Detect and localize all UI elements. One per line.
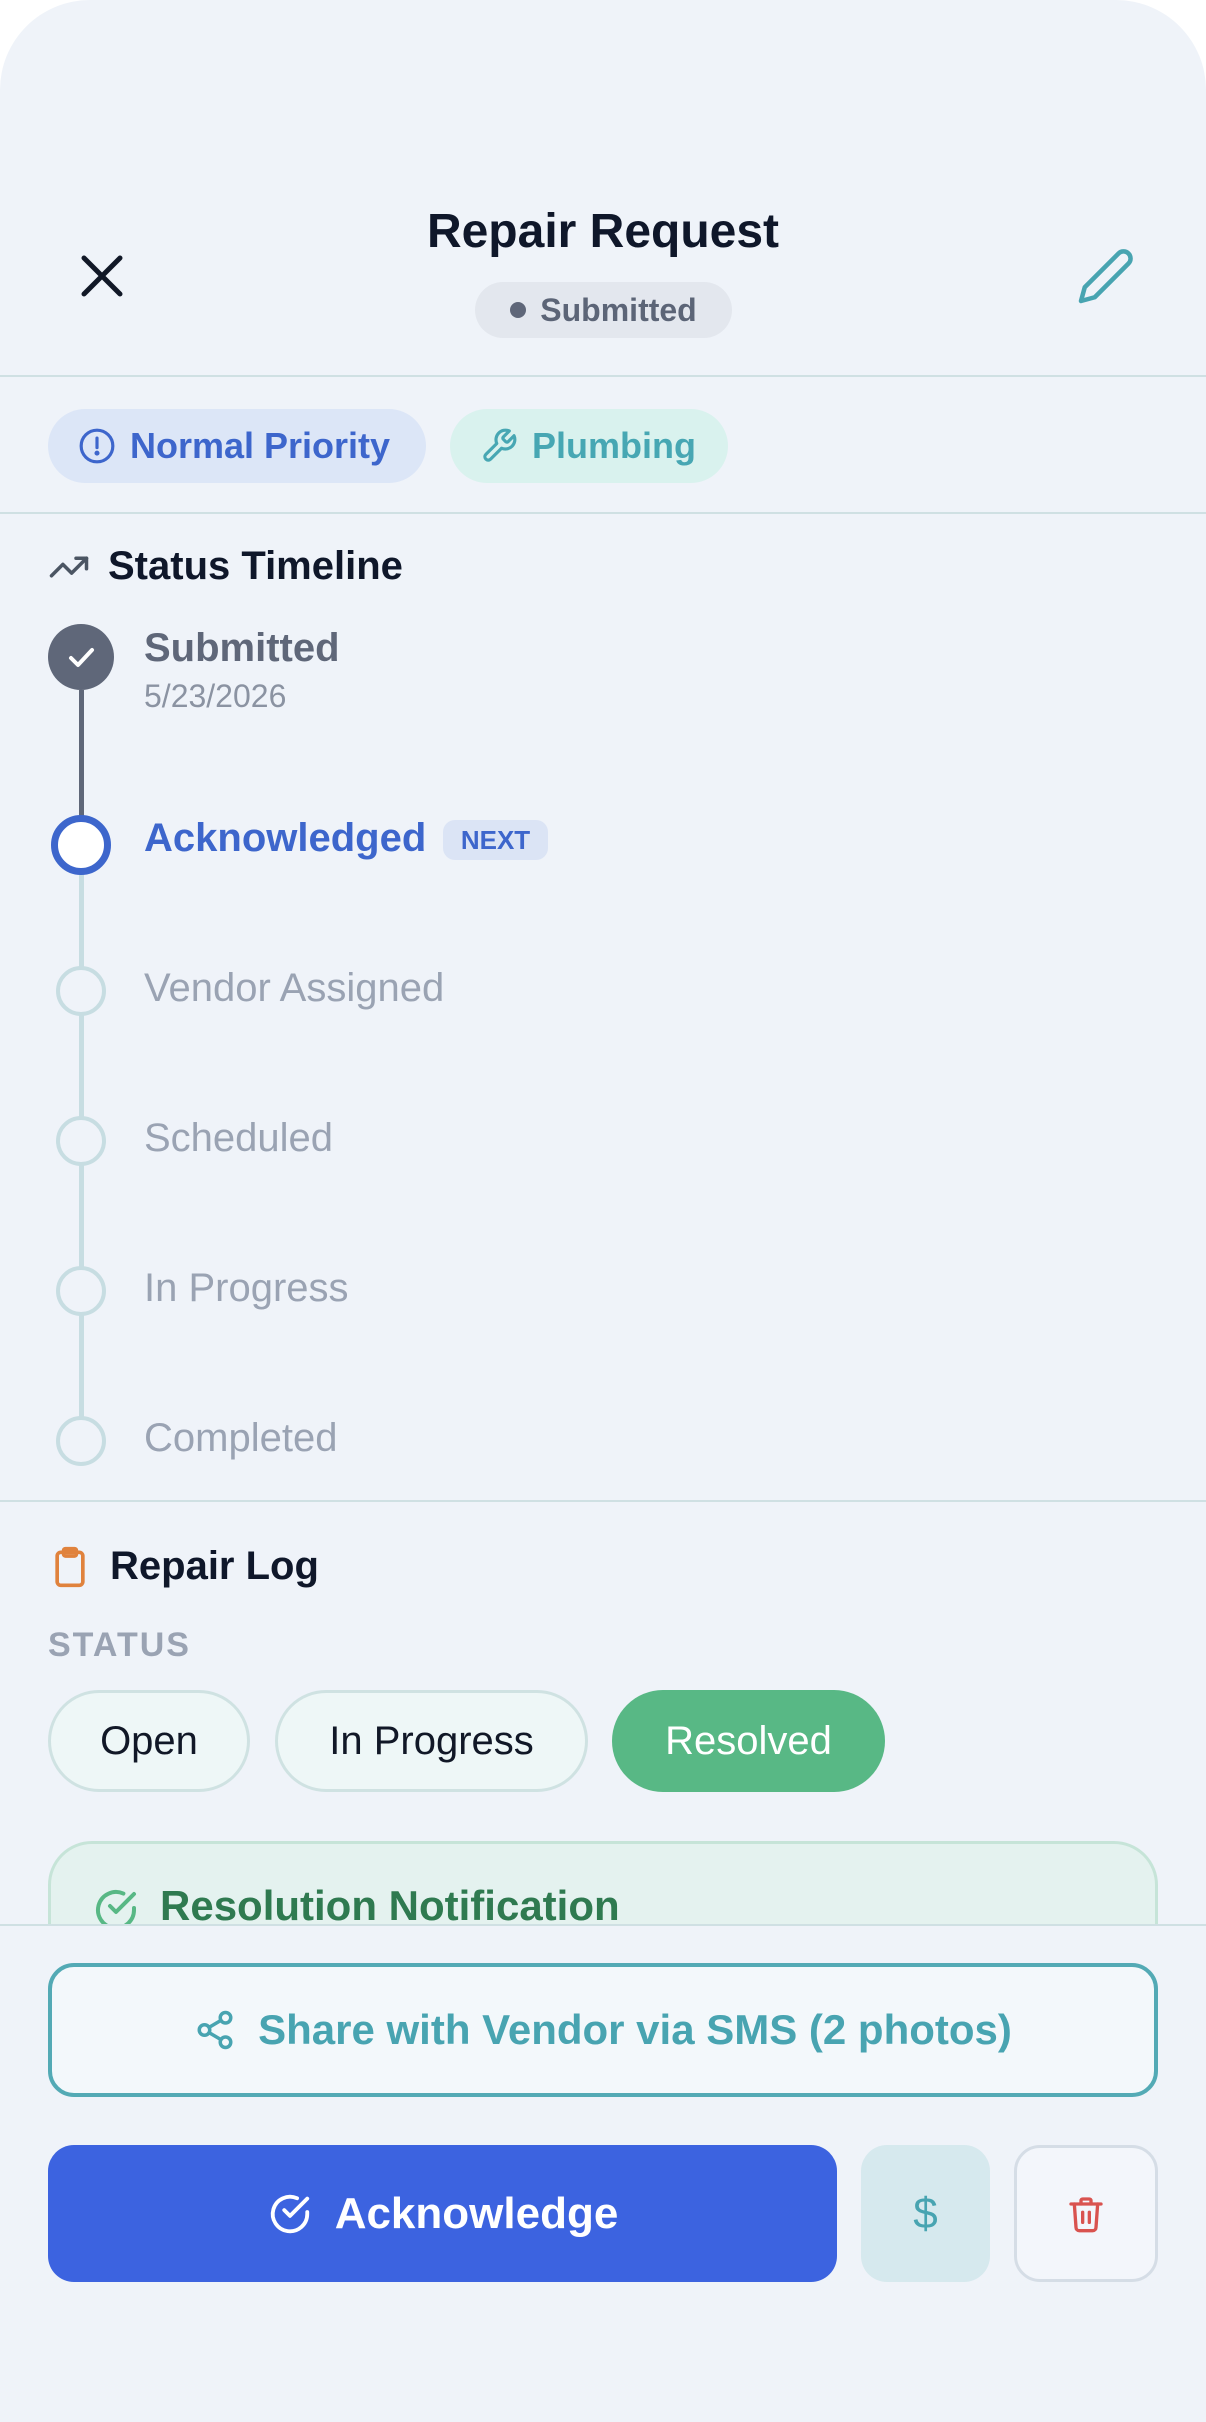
timeline-step-label: Acknowledged	[144, 816, 427, 860]
timeline-step-label: In Progress	[144, 1266, 349, 1310]
status-option-in-progress[interactable]: In Progress	[275, 1690, 588, 1792]
close-icon	[81, 255, 123, 297]
next-badge: NEXT	[443, 820, 548, 860]
repair-log-title: Repair Log	[110, 1544, 319, 1588]
status-badge: Submitted	[475, 282, 732, 338]
header-divider	[0, 375, 1206, 377]
timeline-step-label: Vendor Assigned	[144, 966, 445, 1010]
timeline-node-pending	[56, 1116, 106, 1166]
timeline-step-label: Scheduled	[144, 1116, 334, 1160]
priority-label: Normal Priority	[130, 425, 391, 466]
timeline-step-label: Completed	[144, 1416, 338, 1460]
cost-button[interactable]: $	[861, 2145, 990, 2282]
dollar-icon: $	[913, 2188, 938, 2238]
timeline-heading: Status Timeline	[48, 544, 403, 589]
status-heading: STATUS	[48, 1626, 191, 1664]
wrench-icon	[483, 428, 517, 462]
repair-request-sheet: Repair Request Submitted Normal Priority…	[0, 0, 1206, 2422]
timeline-title: Status Timeline	[108, 544, 403, 588]
trending-up-icon	[49, 556, 89, 577]
priority-tag: Normal Priority	[48, 409, 426, 483]
status-dot-icon	[510, 302, 527, 318]
timeline-node-done	[48, 624, 114, 690]
tags-divider	[0, 512, 1206, 514]
clipboard-icon	[55, 1546, 85, 1587]
status-option-resolved[interactable]: Resolved	[612, 1690, 885, 1792]
share-icon	[197, 2010, 233, 2050]
share-vendor-sms-button[interactable]: Share with Vendor via SMS (2 photos)	[48, 1963, 1158, 2097]
timeline-node-pending	[56, 1266, 106, 1316]
status-option-open[interactable]: Open	[48, 1690, 250, 1792]
check-circle-icon	[270, 2194, 309, 2233]
timeline-node-next	[51, 815, 111, 875]
alert-circle-icon	[79, 428, 115, 464]
repair-log-heading: Repair Log	[48, 1544, 319, 1589]
header: Repair Request Submitted	[0, 0, 1206, 376]
trash-icon	[1069, 2196, 1103, 2232]
acknowledge-label: Acknowledge	[334, 2188, 619, 2238]
timeline-node-pending	[56, 966, 106, 1016]
pencil-icon	[1078, 249, 1133, 304]
check-icon	[69, 648, 94, 667]
notification-title: Resolution Notification	[160, 1882, 620, 1929]
status-label: Submitted	[540, 291, 697, 328]
timeline-step-label: Submitted	[144, 626, 340, 670]
edit-button[interactable]	[1066, 236, 1146, 316]
timeline-step-date: 5/23/2026	[144, 678, 287, 714]
category-tag: Plumbing	[450, 409, 728, 483]
timeline-node-pending	[56, 1416, 106, 1466]
category-label: Plumbing	[532, 425, 696, 466]
page-title: Repair Request	[426, 205, 780, 258]
share-label: Share with Vendor via SMS (2 photos)	[258, 2006, 1012, 2053]
delete-button[interactable]	[1014, 2145, 1158, 2282]
acknowledge-button[interactable]: Acknowledge	[48, 2145, 837, 2282]
timeline-divider	[0, 1500, 1206, 1502]
